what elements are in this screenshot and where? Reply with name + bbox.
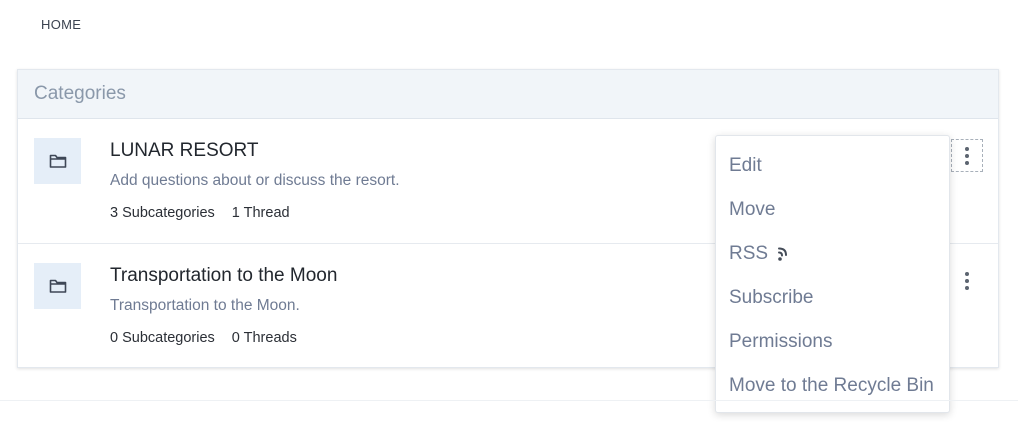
more-options-icon[interactable]: [951, 264, 983, 297]
more-options-icon[interactable]: [951, 139, 983, 172]
panel-title: Categories: [34, 83, 126, 104]
subcategories-count: 0 Subcategories: [110, 330, 215, 346]
subcategories-count: 3 Subcategories: [110, 205, 215, 221]
panel-header: Categories: [18, 70, 998, 119]
menu-item-label: RSS: [729, 243, 769, 264]
category-title[interactable]: Transportation to the Moon: [110, 265, 337, 287]
category-description: Add questions about or discuss the resor…: [110, 172, 400, 189]
category-description: Transportation to the Moon.: [110, 297, 300, 314]
menu-item-label: Subscribe: [729, 287, 814, 308]
menu-item-label: Edit: [729, 155, 762, 176]
menu-item-label: Permissions: [729, 331, 833, 352]
folder-icon-svg: [49, 279, 66, 293]
folder-icon-svg: [49, 154, 66, 168]
menu-item-permissions[interactable]: Permissions: [716, 320, 949, 364]
breadcrumb-home[interactable]: HOME: [41, 17, 81, 32]
category-title[interactable]: LUNAR RESORT: [110, 140, 259, 162]
menu-item-label: Move: [729, 199, 776, 220]
threads-count: 0 Threads: [231, 330, 297, 346]
folder-icon[interactable]: [34, 263, 81, 309]
actions-dropdown-menu: Edit Move RSS Subscribe Permissions Move…: [715, 135, 950, 413]
category-stats: 0 Subcategories 0 Threads: [110, 330, 297, 346]
menu-item-edit[interactable]: Edit: [716, 144, 949, 188]
divider: [0, 400, 1018, 401]
menu-item-recycle-bin[interactable]: Move to the Recycle Bin: [716, 364, 949, 408]
menu-item-subscribe[interactable]: Subscribe: [716, 276, 949, 320]
threads-count: 1 Thread: [231, 205, 290, 221]
rss-icon: [776, 246, 788, 262]
category-stats: 3 Subcategories 1 Thread: [110, 205, 290, 221]
folder-icon[interactable]: [34, 138, 81, 184]
menu-item-rss[interactable]: RSS: [716, 232, 949, 276]
menu-item-move[interactable]: Move: [716, 188, 949, 232]
menu-item-label: Move to the Recycle Bin: [729, 375, 934, 396]
